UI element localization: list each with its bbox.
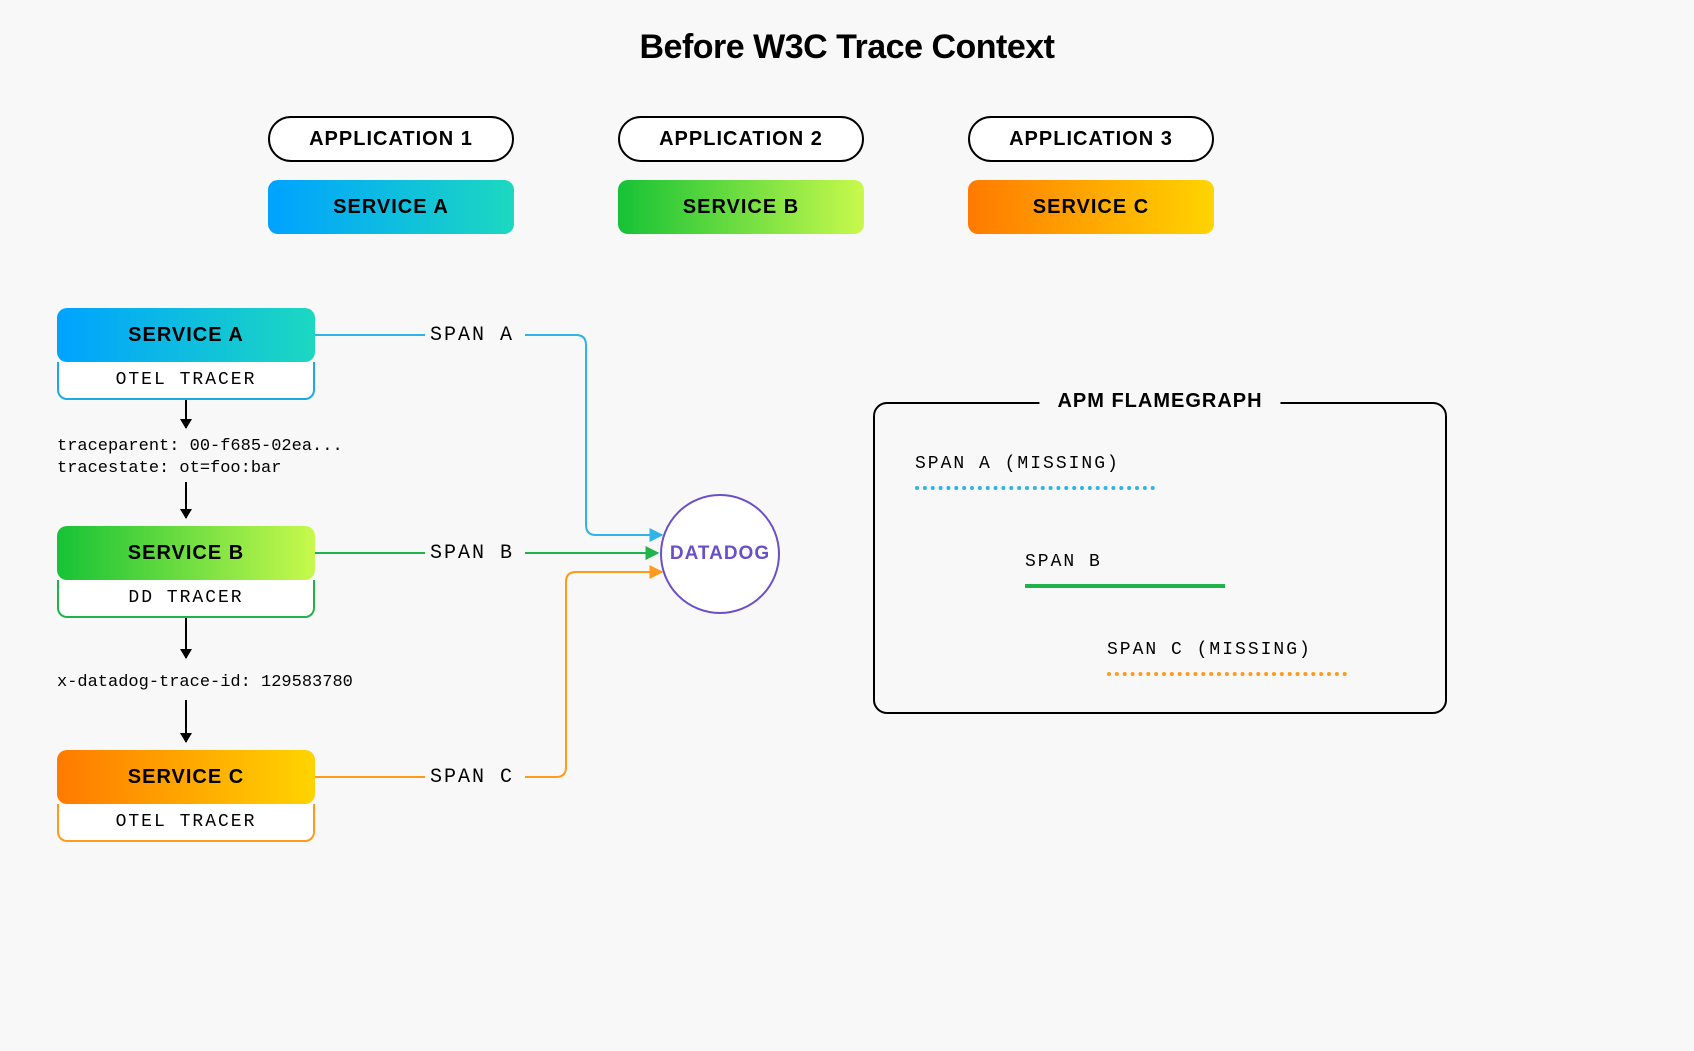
span-c-label: SPAN C [430, 766, 514, 789]
context-ab-line2: tracestate: ot=foo:bar [57, 458, 281, 480]
flame-span-a-line [915, 486, 1155, 490]
span-b-label: SPAN B [430, 542, 514, 565]
flame-span-b-label: SPAN B [1025, 552, 1102, 572]
datadog-destination: DATADOG [660, 494, 780, 614]
flame-span-c-label: SPAN C (MISSING) [1107, 640, 1312, 660]
arrow-text-to-b [185, 482, 187, 518]
application-1-pill: APPLICATION 1 [268, 116, 514, 162]
service-c-header: SERVICE C [968, 180, 1214, 234]
context-bc: x-datadog-trace-id: 129583780 [57, 672, 353, 694]
service-c-tracer: OTEL TRACER [57, 804, 315, 842]
apm-flamegraph-panel: APM FLAMEGRAPH SPAN A (MISSING) SPAN B S… [873, 402, 1447, 714]
span-a-label: SPAN A [430, 324, 514, 347]
service-c-box: SERVICE C [57, 750, 315, 804]
flame-span-b-line [1025, 584, 1225, 588]
service-a-tracer: OTEL TRACER [57, 362, 315, 400]
service-b-header: SERVICE B [618, 180, 864, 234]
flame-span-a-label: SPAN A (MISSING) [915, 454, 1120, 474]
arrow-b-to-text [185, 618, 187, 658]
application-3-pill: APPLICATION 3 [968, 116, 1214, 162]
flame-span-c-line [1107, 672, 1347, 676]
diagram-title: Before W3C Trace Context [0, 28, 1694, 67]
service-a-header: SERVICE A [268, 180, 514, 234]
apm-flamegraph-title: APM FLAMEGRAPH [1039, 390, 1280, 413]
application-2-pill: APPLICATION 2 [618, 116, 864, 162]
context-ab-line1: traceparent: 00-f685-02ea... [57, 436, 343, 458]
service-b-tracer: DD TRACER [57, 580, 315, 618]
service-b-box: SERVICE B [57, 526, 315, 580]
arrow-a-to-text [185, 400, 187, 428]
arrow-text-to-c [185, 700, 187, 742]
service-a-box: SERVICE A [57, 308, 315, 362]
